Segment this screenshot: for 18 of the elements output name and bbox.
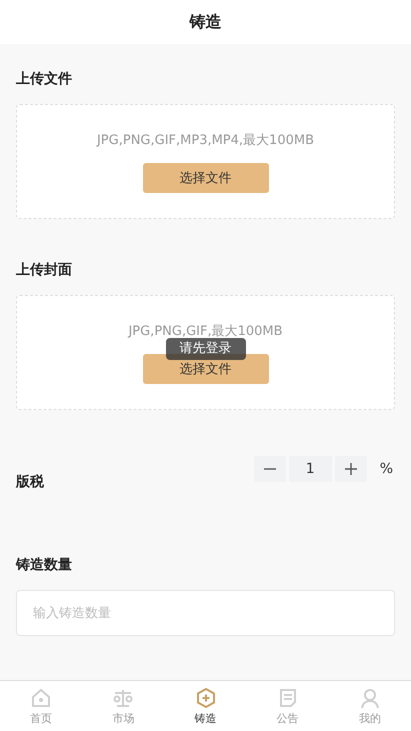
royalty-value[interactable]: 1: [288, 456, 332, 482]
plus-icon: [344, 462, 358, 476]
choose-file-button[interactable]: 选择文件: [142, 162, 268, 192]
person-icon: [358, 686, 381, 708]
toast-message: 请先登录: [166, 338, 246, 360]
increase-button[interactable]: [334, 456, 367, 482]
format-hint: JPG,PNG,GIF,MP3,MP4,最大100MB: [96, 132, 314, 148]
section-label: 版税: [16, 473, 44, 491]
section-label: 上传文件: [16, 70, 73, 88]
hexagon-plus-icon: [194, 686, 216, 708]
home-icon: [30, 686, 52, 708]
section-label: 铸造数量: [16, 556, 73, 574]
format-hint: JPG,PNG,GIF,最大100MB: [128, 322, 283, 340]
page-title: 铸造: [190, 12, 222, 32]
section-label: 上传封面: [16, 261, 73, 279]
tab-item[interactable]: 铸造: [164, 681, 247, 731]
percent-unit: %: [380, 461, 393, 477]
quantity-input[interactable]: 输入铸造数量: [16, 590, 395, 636]
